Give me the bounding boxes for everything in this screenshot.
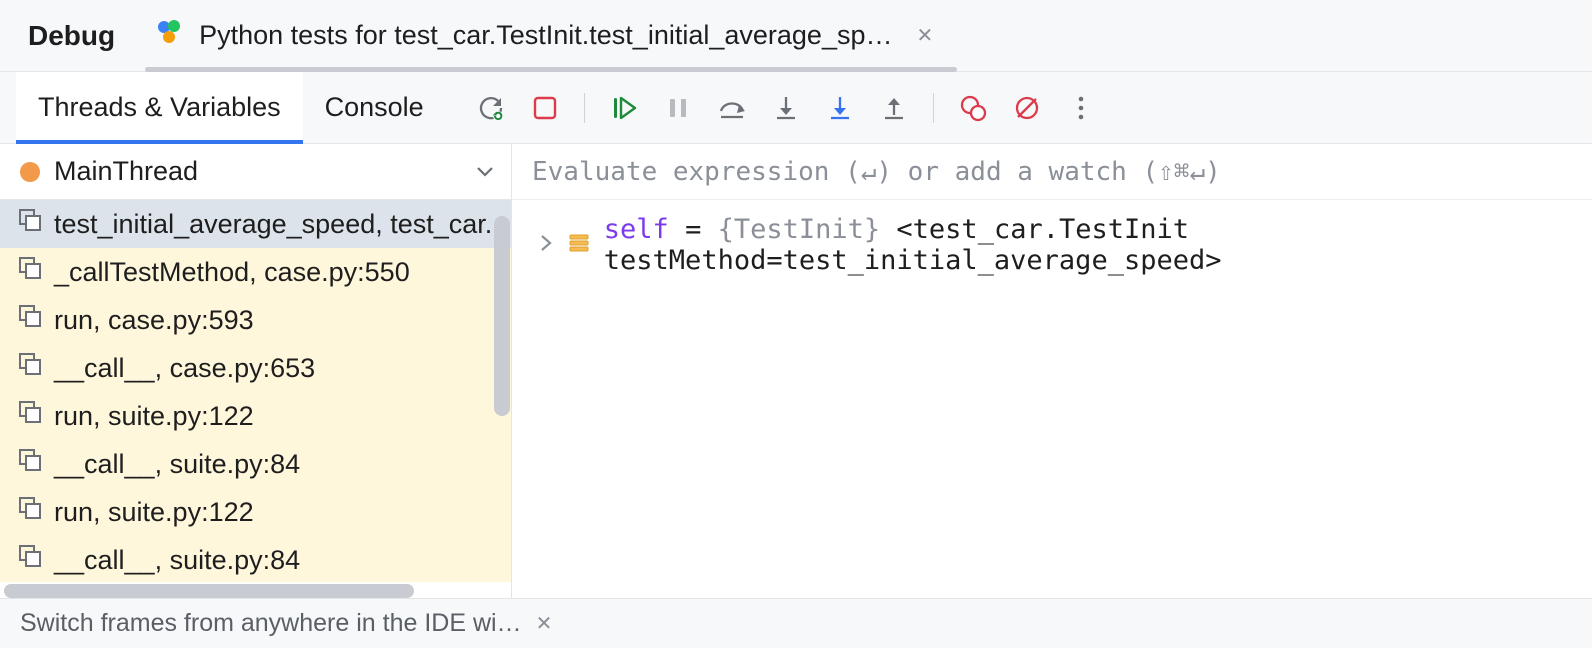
chevron-right-icon[interactable] [538,235,554,256]
thread-status-icon [20,162,40,182]
evaluate-placeholder: Evaluate expression (↵) or add a watch (… [532,157,1221,187]
frame-label: run, case.py:593 [54,305,254,336]
tab-threads-variables[interactable]: Threads & Variables [16,72,303,143]
stack-frame[interactable]: __call__, suite.py:84 [0,536,511,582]
mute-breakpoints-button[interactable] [1005,86,1049,130]
run-config-tab-label: Python tests for test_car.TestInit.test_… [199,20,892,51]
horizontal-scrollbar[interactable] [4,584,414,598]
frame-icon [18,256,44,289]
view-breakpoints-button[interactable] [951,86,995,130]
stack-frame[interactable]: __call__, suite.py:84 [0,440,511,488]
step-over-button[interactable] [710,86,754,130]
evaluate-expression-input[interactable]: Evaluate expression (↵) or add a watch (… [512,144,1592,200]
step-out-button[interactable] [872,86,916,130]
close-icon[interactable]: ✕ [916,23,933,48]
resume-button[interactable] [602,86,646,130]
rerun-button[interactable] [469,86,513,130]
tab-label: Threads & Variables [38,92,281,123]
frame-icon [18,496,44,529]
pause-button[interactable] [656,86,700,130]
tab-label: Console [325,92,424,123]
vertical-scrollbar[interactable] [494,216,510,416]
frame-icon [18,544,44,577]
frame-icon [18,352,44,385]
tip-text: Switch frames from anywhere in the IDE w… [20,609,522,638]
run-config-tab[interactable]: Python tests for test_car.TestInit.test_… [155,0,933,71]
frame-label: _callTestMethod, case.py:550 [54,257,410,288]
tab-console[interactable]: Console [303,72,446,143]
chevron-down-icon [477,161,493,182]
variable-name: self [604,214,669,245]
stack-frame[interactable]: run, suite.py:122 [0,488,511,536]
stack-frame[interactable]: run, case.py:593 [0,296,511,344]
separator [933,93,934,123]
step-into-my-code-button[interactable] [818,86,862,130]
frames-pane: MainThread test_initial_average_speed, t… [0,144,512,598]
frame-label: run, suite.py:122 [54,497,254,528]
tip-bar: Switch frames from anywhere in the IDE w… [0,598,1592,648]
frame-icon [18,208,44,241]
thread-name: MainThread [54,156,198,187]
more-actions-button[interactable] [1059,86,1103,130]
debugger-toolbar: Threads & Variables Console [0,72,1592,144]
separator [584,93,585,123]
thread-selector[interactable]: MainThread [0,144,511,200]
frames-list[interactable]: test_initial_average_speed, test_car. _ca… [0,200,511,582]
field-icon [568,230,590,261]
tool-window-title: Debug [16,20,115,52]
frame-icon [18,304,44,337]
variables-pane: Evaluate expression (↵) or add a watch (… [512,144,1592,598]
debugger-view-tabs: Threads & Variables Console [16,72,446,143]
stack-frame[interactable]: __call__, case.py:653 [0,344,511,392]
variable-row[interactable]: self = {TestInit} <test_car.TestInit tes… [512,200,1592,290]
stop-button[interactable] [523,86,567,130]
frame-label: __call__, suite.py:84 [54,545,300,576]
step-into-button[interactable] [764,86,808,130]
frame-label: __call__, case.py:653 [54,353,315,384]
debugger-body: MainThread test_initial_average_speed, t… [0,144,1592,598]
frame-label: test_initial_average_speed, test_car. [54,209,492,240]
stack-frame[interactable]: test_initial_average_speed, test_car. [0,200,511,248]
frame-label: run, suite.py:122 [54,401,254,432]
frame-label: __call__, suite.py:84 [54,449,300,480]
python-tests-icon [155,17,185,54]
frame-icon [18,400,44,433]
debug-panel-header: Debug Python tests for test_car.TestInit… [0,0,1592,72]
stack-frame[interactable]: run, suite.py:122 [0,392,511,440]
stack-frame[interactable]: _callTestMethod, case.py:550 [0,248,511,296]
variable-type: {TestInit} [718,214,881,245]
close-icon[interactable]: ✕ [536,611,553,636]
frame-icon [18,448,44,481]
